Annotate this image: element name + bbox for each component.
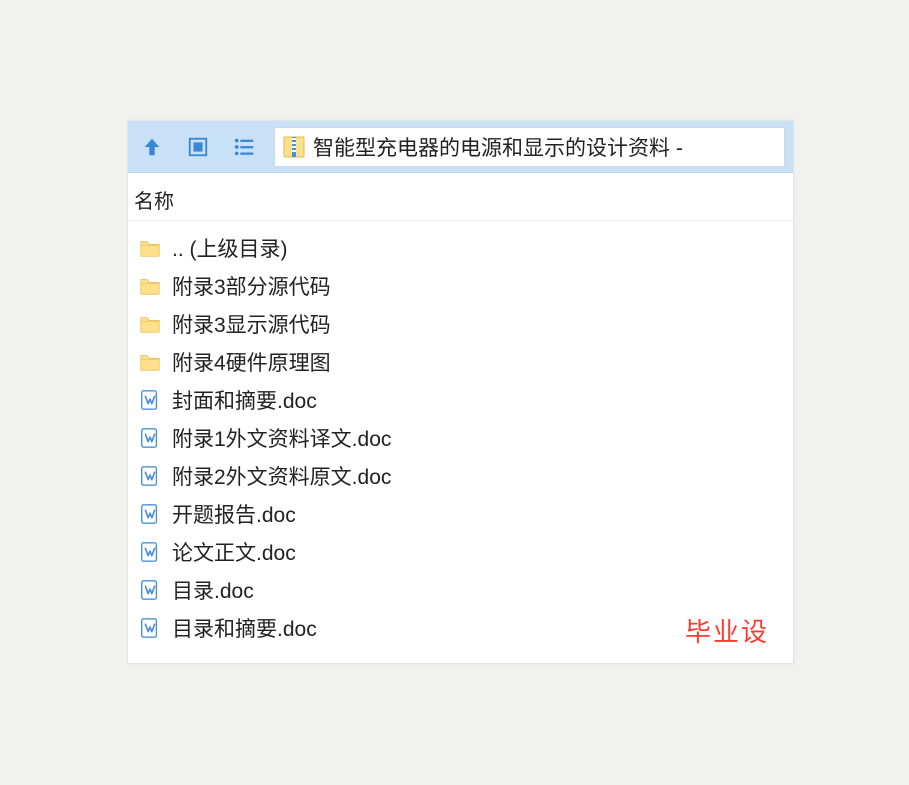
list-item[interactable]: .. (上级目录) bbox=[132, 229, 789, 267]
doc-icon bbox=[138, 616, 162, 640]
list-item-label: 附录4硬件原理图 bbox=[172, 347, 331, 377]
list-item[interactable]: 封面和摘要.doc bbox=[132, 381, 789, 419]
list-item[interactable]: 附录4硬件原理图 bbox=[132, 343, 789, 381]
list-view-icon bbox=[232, 136, 256, 158]
list-item[interactable]: 附录1外文资料译文.doc bbox=[132, 419, 789, 457]
list-item-label: 封面和摘要.doc bbox=[172, 385, 317, 415]
list-view-button[interactable] bbox=[228, 131, 260, 163]
doc-icon bbox=[138, 388, 162, 412]
list-item-label: .. (上级目录) bbox=[172, 233, 288, 263]
list-item[interactable]: 目录和摘要.doc bbox=[132, 609, 789, 647]
folder-icon bbox=[138, 274, 162, 298]
doc-icon bbox=[138, 502, 162, 526]
toolbar: 智能型充电器的电源和显示的设计资料 - bbox=[128, 121, 793, 173]
icon-view-button[interactable] bbox=[182, 131, 214, 163]
column-header-name[interactable]: 名称 bbox=[128, 173, 793, 221]
list-item[interactable]: 目录.doc bbox=[132, 571, 789, 609]
list-item-label: 论文正文.doc bbox=[172, 537, 296, 567]
list-item-label: 目录.doc bbox=[172, 575, 254, 605]
doc-icon bbox=[138, 578, 162, 602]
doc-icon bbox=[138, 464, 162, 488]
list-item-label: 目录和摘要.doc bbox=[172, 613, 317, 643]
up-arrow-icon bbox=[141, 136, 163, 158]
list-item-label: 附录3显示源代码 bbox=[172, 309, 331, 339]
list-item[interactable]: 附录3显示源代码 bbox=[132, 305, 789, 343]
list-item[interactable]: 附录3部分源代码 bbox=[132, 267, 789, 305]
up-button[interactable] bbox=[136, 131, 168, 163]
doc-icon bbox=[138, 426, 162, 450]
icon-view-icon bbox=[187, 136, 209, 158]
archive-window: 智能型充电器的电源和显示的设计资料 - 名称 .. (上级目录) 附录3部分源代码… bbox=[127, 120, 794, 664]
folder-icon bbox=[138, 312, 162, 336]
list-item[interactable]: 附录2外文资料原文.doc bbox=[132, 457, 789, 495]
list-item-label: 附录2外文资料原文.doc bbox=[172, 461, 391, 491]
folder-icon bbox=[138, 236, 162, 260]
list-item[interactable]: 论文正文.doc bbox=[132, 533, 789, 571]
breadcrumb[interactable]: 智能型充电器的电源和显示的设计资料 - bbox=[274, 127, 785, 167]
folder-icon bbox=[138, 350, 162, 374]
list-item-label: 开题报告.doc bbox=[172, 499, 296, 529]
file-list: .. (上级目录) 附录3部分源代码附录3显示源代码附录4硬件原理图封面和摘要.d… bbox=[128, 221, 793, 663]
breadcrumb-text: 智能型充电器的电源和显示的设计资料 - bbox=[313, 132, 683, 162]
archive-icon bbox=[283, 135, 305, 159]
doc-icon bbox=[138, 540, 162, 564]
list-item-label: 附录1外文资料译文.doc bbox=[172, 423, 391, 453]
list-item-label: 附录3部分源代码 bbox=[172, 271, 331, 301]
list-item[interactable]: 开题报告.doc bbox=[132, 495, 789, 533]
